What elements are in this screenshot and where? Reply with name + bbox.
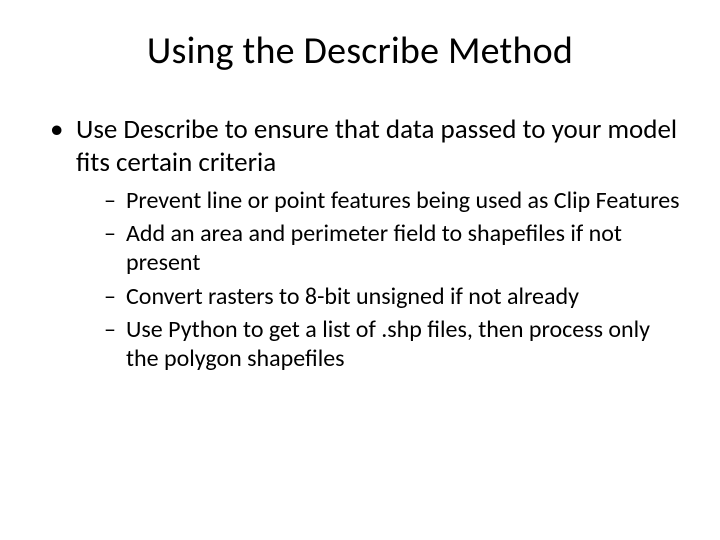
bullet-text: Convert rasters to 8-bit unsigned if not… <box>126 282 579 311</box>
list-item: Use Describe to ensure that data passed … <box>50 114 682 373</box>
bullet-text: Use Describe to ensure that data passed … <box>76 113 677 179</box>
list-item: Add an area and perimeter field to shape… <box>104 219 682 278</box>
list-item: Use Python to get a list of .shp files, … <box>104 315 682 374</box>
bullet-text: Prevent line or point features being use… <box>126 186 680 215</box>
bullet-list-level2: Prevent line or point features being use… <box>76 186 682 374</box>
bullet-text: Use Python to get a list of .shp files, … <box>126 315 650 373</box>
slide-title: Using the Describe Method <box>38 28 682 74</box>
bullet-list-level1: Use Describe to ensure that data passed … <box>38 114 682 373</box>
bullet-text: Add an area and perimeter field to shape… <box>126 219 622 277</box>
list-item: Convert rasters to 8-bit unsigned if not… <box>104 282 682 311</box>
list-item: Prevent line or point features being use… <box>104 186 682 215</box>
slide: Using the Describe Method Use Describe t… <box>0 0 720 540</box>
